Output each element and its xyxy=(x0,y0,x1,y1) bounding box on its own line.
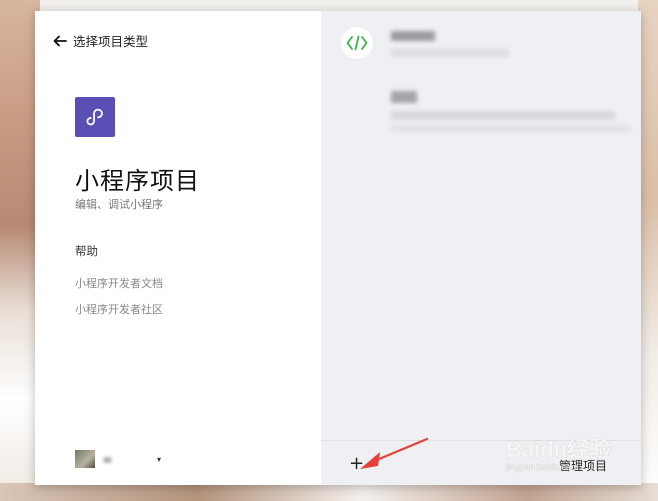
manage-projects-button[interactable]: 管理项目 xyxy=(559,457,607,474)
help-link-community[interactable]: 小程序开发者社区 xyxy=(75,301,163,317)
new-project-dialog: 选择项目类型 小程序项目 编辑、调试小程序 帮助 小程序开发者文档 小程序开发者… xyxy=(35,11,641,485)
help-heading: 帮助 xyxy=(75,244,98,258)
back-button[interactable]: 选择项目类型 xyxy=(53,31,148,50)
project-path-redacted xyxy=(391,49,509,57)
back-label: 选择项目类型 xyxy=(73,34,149,49)
project-detail-redacted xyxy=(391,125,631,132)
project-type-pane: 选择项目类型 小程序项目 编辑、调试小程序 帮助 小程序开发者文档 小程序开发者… xyxy=(35,11,321,485)
code-brackets-icon xyxy=(341,27,373,59)
project-list-pane: + 管理项目 xyxy=(321,11,641,485)
background-left xyxy=(0,0,40,501)
arrow-left-icon xyxy=(53,35,67,46)
chevron-down-icon: ▾ xyxy=(157,454,162,464)
help-link-docs[interactable]: 小程序开发者文档 xyxy=(75,275,163,291)
project-type-subtitle: 编辑、调试小程序 xyxy=(75,198,163,211)
avatar xyxy=(75,450,95,468)
background-bottom xyxy=(0,483,658,501)
project-name-redacted[interactable] xyxy=(391,31,435,41)
project-detail-redacted xyxy=(391,111,615,120)
mini-program-logo-icon xyxy=(75,97,115,137)
add-project-button[interactable]: + xyxy=(349,455,364,473)
background-right xyxy=(638,0,658,501)
user-name: w xyxy=(103,452,112,466)
project-list-footer: + 管理项目 xyxy=(321,440,641,485)
user-menu[interactable]: w ▾ xyxy=(75,450,161,468)
project-item-redacted[interactable] xyxy=(391,91,417,103)
project-type-title: 小程序项目 xyxy=(75,167,200,195)
